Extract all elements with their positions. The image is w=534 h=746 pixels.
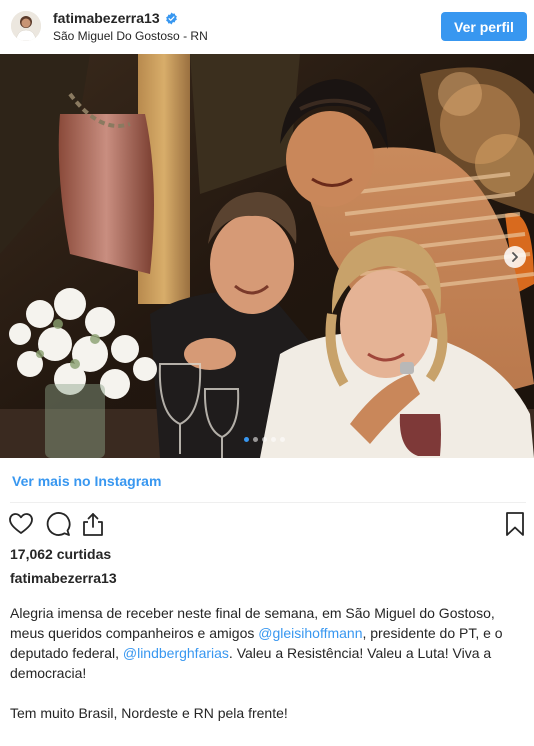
carousel-next-button[interactable] xyxy=(504,246,526,268)
username[interactable]: fatimabezerra13 xyxy=(53,10,160,26)
share-icon[interactable] xyxy=(80,511,106,537)
mention-link[interactable]: @lindberghfarias xyxy=(123,645,229,661)
carousel-dot[interactable] xyxy=(280,437,285,442)
post-photo[interactable] xyxy=(0,54,534,458)
heart-icon[interactable] xyxy=(8,511,34,537)
post-header: fatimabezerra13 São Miguel Do Gostoso - … xyxy=(0,0,534,54)
photo-illustration xyxy=(0,54,534,458)
profile-avatar[interactable] xyxy=(11,11,41,41)
view-more-on-instagram-link[interactable]: Ver mais no Instagram xyxy=(12,473,161,489)
caption-paragraph: Alegria imensa de receber neste final de… xyxy=(10,603,526,683)
post-location[interactable]: São Miguel Do Gostoso - RN xyxy=(53,29,208,43)
mention-link[interactable]: @gleisihoffmann xyxy=(258,625,362,641)
carousel-dot[interactable] xyxy=(244,437,249,442)
divider xyxy=(10,502,526,503)
carousel-dot[interactable] xyxy=(271,437,276,442)
action-bar xyxy=(8,511,528,539)
carousel-dot[interactable] xyxy=(262,437,267,442)
carousel-dot[interactable] xyxy=(253,437,258,442)
caption-username[interactable]: fatimabezerra13 xyxy=(10,570,117,586)
carousel-indicator xyxy=(244,437,285,442)
post-caption: Alegria imensa de receber neste final de… xyxy=(10,603,526,746)
likes-count[interactable]: 17,062 curtidas xyxy=(10,546,111,562)
bookmark-icon[interactable] xyxy=(502,511,528,537)
comment-icon[interactable] xyxy=(45,511,71,537)
chevron-right-icon xyxy=(512,252,518,262)
caption-paragraph: Tem muito Brasil, Nordeste e RN pela fre… xyxy=(10,705,288,721)
username-row: fatimabezerra13 xyxy=(53,10,178,26)
view-profile-button[interactable]: Ver perfil xyxy=(441,12,527,41)
verified-badge-icon xyxy=(165,12,177,24)
